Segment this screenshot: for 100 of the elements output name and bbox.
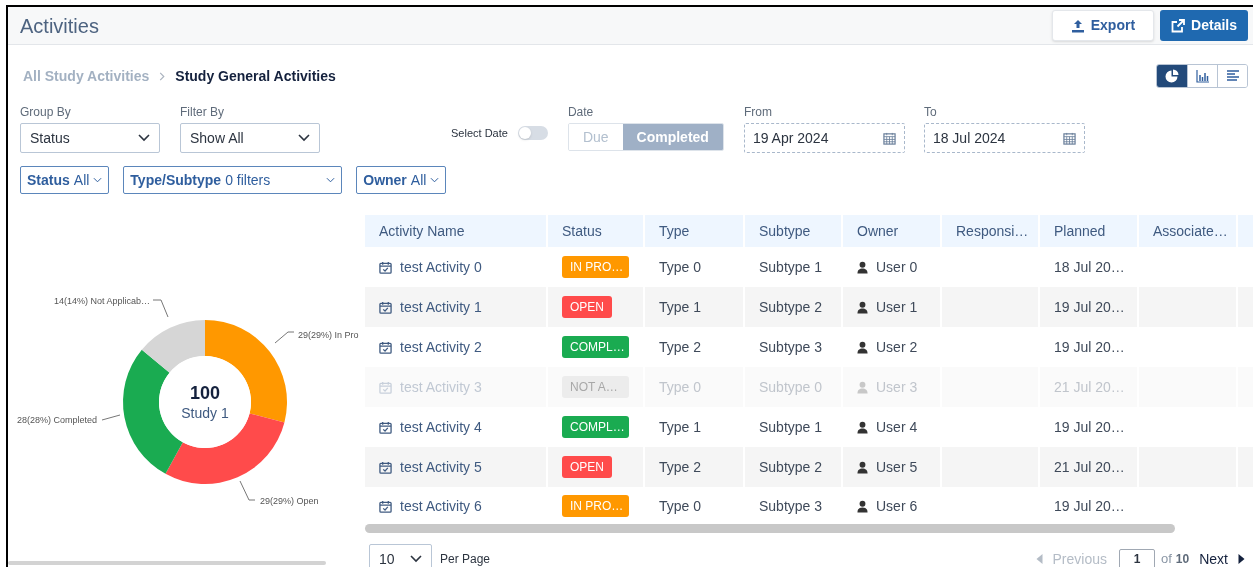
filter-dropdown[interactable]: Type/Subtype 0 filters: [123, 166, 343, 194]
slice-label: 29(29%) In Pro: [298, 330, 359, 340]
toggle-switch[interactable]: [517, 126, 548, 141]
activity-name[interactable]: test Activity 5: [400, 456, 482, 478]
field-label: Filter By: [180, 104, 225, 117]
donut-slice[interactable]: [141, 320, 205, 373]
horizontal-bars-icon: [1225, 69, 1240, 83]
status-badge: OPEN: [562, 296, 612, 318]
breadcrumb-current: Study General Activities: [175, 66, 336, 86]
status-badge: IN PRO…: [562, 256, 629, 278]
table-cell-text: Type 0: [659, 257, 702, 277]
table-cell-text: User 1: [876, 297, 918, 317]
chevron-down-icon: [326, 177, 336, 183]
total-value: 100: [190, 383, 220, 403]
user-icon: [857, 499, 868, 513]
upload-icon: [1070, 18, 1085, 33]
table-cell-text: Type 2: [659, 337, 702, 357]
calendar-check-icon: [379, 460, 392, 474]
user-icon: [857, 300, 868, 314]
field-label: Date: [567, 104, 595, 117]
table-cell-text: 21 Jul 20…: [1054, 457, 1125, 477]
center-label: Study 1: [181, 405, 229, 421]
table-cell-text: Type 2: [659, 457, 702, 477]
table-cell-text: Type 1: [659, 417, 702, 437]
table-cell-text: Type 0: [659, 377, 702, 397]
horizontal-scrollbar[interactable]: [8, 561, 326, 565]
table-cell-text: Subtype 0: [759, 377, 823, 397]
status-badge: OPEN: [562, 456, 612, 478]
details-button[interactable]: Details: [1160, 10, 1248, 41]
table-cell-text: User 5: [876, 457, 918, 477]
calendar-check-icon: [379, 499, 392, 513]
table-cell-text: Type 1: [659, 297, 702, 317]
bar-chart-icon: [1195, 69, 1210, 83]
table-cell-text: User 4: [876, 417, 918, 437]
export-button[interactable]: Export: [1051, 10, 1155, 41]
field-label: From: [743, 104, 773, 117]
filter-dropdown[interactable]: Owner All: [356, 166, 447, 194]
next-button[interactable]: Next: [1199, 548, 1245, 567]
table-cell-text: 19 Jul 20…: [1054, 337, 1125, 357]
leader-line: [101, 414, 121, 421]
page-title: Activities: [20, 13, 99, 39]
filter-dropdown[interactable]: Status All: [20, 166, 110, 194]
table-cell-text: 19 Jul 20…: [1054, 297, 1125, 317]
activity-name[interactable]: test Activity 1: [400, 296, 482, 318]
status-badge: NOT A…: [562, 376, 629, 398]
slice-label: 29(29%) Open: [260, 496, 319, 506]
table-row[interactable]: test Activity 1 OPEN Type 1 Subtype 2 User 1 19 Jul 20…: [365, 287, 1253, 327]
table-cell-text: 21 Jul 20…: [1054, 377, 1125, 397]
chevron-down-icon: [410, 555, 422, 563]
chevron-down-icon: [430, 177, 440, 183]
table-cell-text: Subtype 2: [759, 297, 823, 317]
donut-slice[interactable]: [123, 349, 183, 474]
triangle-left-icon: [1035, 554, 1043, 564]
table-cell-text: Subtype 1: [759, 257, 823, 277]
list-chart-button[interactable]: [1217, 65, 1247, 87]
table-cell-text: User 0: [876, 257, 918, 277]
status-badge: COMPL…: [562, 336, 629, 358]
table-cell-text: User 3: [876, 377, 918, 397]
table-cell-text: Subtype 3: [759, 496, 823, 516]
table-cell-text: 19 Jul 20…: [1054, 496, 1125, 516]
leader-line: [152, 299, 169, 318]
filter-by-select[interactable]: Show All: [180, 123, 320, 153]
table-cell-text: 18 Jul 20…: [1054, 257, 1125, 277]
calendar-check-icon: [379, 260, 392, 274]
per-page-label: Per Page: [440, 551, 491, 567]
activity-name[interactable]: test Activity 4: [400, 416, 482, 438]
calendar-check-icon: [379, 380, 392, 394]
page-number-field[interactable]: 1: [1119, 549, 1155, 567]
user-icon: [857, 340, 868, 354]
pie-chart-button[interactable]: [1157, 65, 1187, 87]
toggle-label: Select Date: [451, 126, 508, 141]
chevron-down-icon: [93, 177, 103, 183]
table-cell-text: Subtype 2: [759, 457, 823, 477]
user-icon: [857, 260, 868, 274]
table-cell-text: 19 Jul 20…: [1054, 417, 1125, 437]
chevron-down-icon: [298, 134, 310, 142]
slice-label: 14(14%) Not Applicab…: [53, 296, 150, 306]
table-cell-text: Subtype 3: [759, 337, 823, 357]
date-field[interactable]: 18 Jul 2024: [923, 123, 1085, 153]
page-total: 10: [1175, 551, 1190, 567]
activity-name[interactable]: test Activity 6: [400, 495, 482, 517]
table-cell-text: User 2: [876, 337, 918, 357]
status-badge: IN PRO…: [562, 495, 629, 517]
table-row[interactable]: test Activity 5 OPEN Type 2 Subtype 2 User 5 21 Jul 20…: [365, 447, 1253, 487]
page-of-label: of: [1161, 550, 1172, 567]
field-label: To: [923, 104, 938, 117]
pie-chart-icon: [1165, 69, 1179, 83]
per-page-select[interactable]: 10: [369, 544, 432, 567]
activity-name[interactable]: test Activity 2: [400, 336, 482, 358]
activity-name[interactable]: test Activity 0: [400, 256, 482, 278]
date-field[interactable]: 19 Apr 2024: [743, 123, 905, 153]
user-icon: [857, 460, 868, 474]
triangle-right-icon: [1238, 554, 1245, 564]
group-by-select[interactable]: Status: [20, 123, 160, 153]
calendar-check-icon: [379, 300, 392, 314]
horizontal-scrollbar[interactable]: [365, 524, 1175, 533]
calendar-check-icon: [379, 420, 392, 434]
status-badge: COMPL…: [562, 416, 629, 438]
field-label: Group By: [20, 104, 72, 117]
slice-label: 28(28%) Completed: [16, 415, 97, 425]
